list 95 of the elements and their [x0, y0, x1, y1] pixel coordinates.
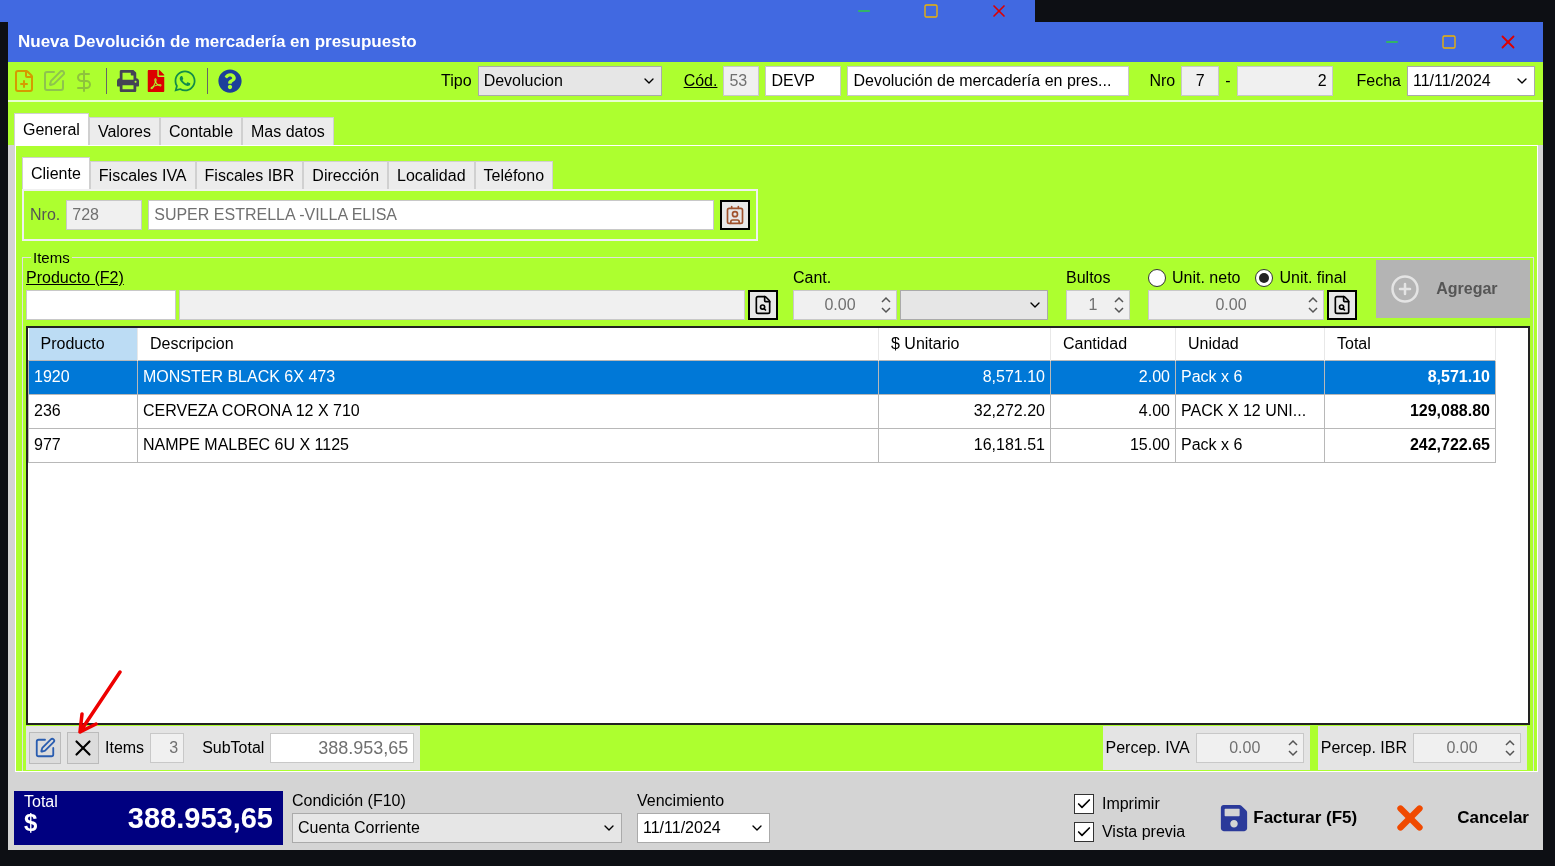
cancelar-button[interactable]: Cancelar — [1457, 807, 1529, 828]
table-cell: 8,571.10 — [878, 360, 1051, 394]
price-type-radio[interactable]: Unit. neto — [1148, 269, 1241, 287]
separator-label: - — [1225, 72, 1231, 90]
edit-icon[interactable] — [29, 732, 61, 764]
tab[interactable]: Cliente — [22, 157, 90, 189]
items-label: Items — [105, 739, 145, 757]
subtotal-field: 388.953,65 — [270, 733, 415, 763]
total-amount: 388.953,65 — [127, 802, 273, 835]
column-header[interactable]: Producto — [28, 328, 138, 360]
nro-field[interactable]: 2 — [1236, 66, 1333, 96]
pdf-icon[interactable] — [145, 70, 167, 92]
fecha-label: Fecha — [1356, 72, 1401, 90]
total-label: Total — [24, 792, 58, 811]
table-cell: 16,181.51 — [878, 428, 1051, 462]
price-field[interactable]: 0.00 — [1148, 290, 1324, 320]
tipo-label: Tipo — [441, 72, 472, 90]
date-picker[interactable]: 11/11/2024 — [1407, 66, 1535, 96]
table-cell: Pack x 6 — [1175, 428, 1325, 462]
product-code-field[interactable] — [26, 290, 176, 320]
table-cell: 977 — [28, 428, 138, 462]
date-picker[interactable]: 11/11/2024 — [637, 813, 770, 843]
tab[interactable]: Teléfono — [474, 161, 554, 189]
column-header[interactable]: Cantidad — [1050, 328, 1176, 360]
bultos-label: Bultos — [1066, 269, 1112, 287]
table-cell: 242,722.65 — [1324, 428, 1496, 462]
column-header[interactable]: $ Unitario — [878, 328, 1051, 360]
tipo-dropdown[interactable]: Devolucion — [477, 66, 662, 96]
table-cell: CERVEZA CORONA 12 X 710 — [137, 394, 879, 428]
bultos-field[interactable]: 1 — [1066, 290, 1130, 320]
client-number-field[interactable]: 728 — [66, 200, 143, 230]
percep-ibr-label: Percep. IBR — [1320, 739, 1407, 757]
whatsapp-icon[interactable] — [173, 69, 197, 93]
column-header[interactable]: Total — [1324, 328, 1496, 360]
quantity-field[interactable]: 0.00 — [793, 290, 897, 320]
table-cell: NAMPE MALBEC 6U X 1125 — [137, 428, 879, 462]
cod-field[interactable]: 53 — [723, 66, 760, 96]
search-icon[interactable] — [1327, 290, 1357, 320]
table-cell: 129,088.80 — [1324, 394, 1496, 428]
client-name-field[interactable]: SUPER ESTRELLA -VILLA ELISA — [148, 200, 714, 230]
spinner-arrows-icon[interactable] — [1114, 295, 1124, 315]
table-cell: 15.00 — [1050, 428, 1176, 462]
percep-iva-field[interactable]: 0.00 — [1195, 733, 1304, 763]
help-icon[interactable] — [218, 69, 242, 93]
facturar-button[interactable]: Facturar (F5) — [1219, 802, 1358, 833]
percep-ibr-field[interactable]: 0.00 — [1413, 733, 1521, 763]
column-header[interactable]: Descripcion — [137, 328, 879, 360]
tab[interactable]: Dirección — [303, 161, 389, 189]
table-cell: 1920 — [28, 360, 138, 394]
tab[interactable]: Fiscales IVA — [89, 161, 196, 189]
nro-label: Nro — [1149, 72, 1176, 90]
table-cell: 8,571.10 — [1324, 360, 1496, 394]
subtotal-label: SubTotal — [202, 739, 265, 757]
cod-link[interactable]: Cód. — [683, 72, 718, 90]
option-checkbox[interactable]: Vista previa — [1073, 821, 1186, 842]
table-cell: 2.00 — [1050, 360, 1176, 394]
product-name-field[interactable] — [179, 290, 745, 320]
tab[interactable]: Mas datos — [242, 117, 334, 145]
description-field[interactable]: Devolución de mercadería en pres... — [847, 66, 1130, 96]
table-cell: Pack x 6 — [1175, 360, 1325, 394]
items-count-field: 3 — [150, 733, 185, 763]
table-cell: 236 — [28, 394, 138, 428]
table-cell: MONSTER BLACK 6X 473 — [137, 360, 879, 394]
contact-card-icon[interactable] — [720, 200, 750, 230]
currency-label: $ — [24, 810, 39, 835]
table-cell: 4.00 — [1050, 394, 1176, 428]
spinner-arrows-icon[interactable] — [1287, 738, 1298, 758]
print-icon[interactable] — [117, 70, 139, 92]
percep-iva-label: Percep. IVA — [1105, 739, 1190, 757]
tab[interactable]: General — [14, 113, 89, 145]
table-cell: PACK X 12 UNI... — [1175, 394, 1325, 428]
cant-label: Cant. — [793, 269, 833, 287]
tab[interactable]: Valores — [88, 117, 160, 145]
search-icon[interactable] — [748, 290, 778, 320]
vencimiento-label: Vencimiento — [637, 792, 726, 810]
condicion-label: Condición (F10) — [292, 792, 407, 810]
plus-circle-icon — [1390, 274, 1421, 304]
code-field[interactable]: DEVP — [765, 66, 842, 96]
tab[interactable]: Contable — [160, 117, 243, 145]
save-icon — [1219, 802, 1250, 833]
price-type-radio[interactable]: Unit. final — [1255, 269, 1347, 287]
product-link[interactable]: Producto (F2) — [26, 269, 778, 287]
nro-prefix-field[interactable]: 7 — [1181, 66, 1220, 96]
option-checkbox[interactable]: Imprimir — [1073, 793, 1186, 814]
condicion-dropdown[interactable]: Cuenta Corriente — [292, 813, 622, 843]
window-title: Nueva Devolución de mercadería en presupuesto — [18, 32, 418, 52]
column-header[interactable]: Unidad — [1175, 328, 1325, 360]
nro-label: Nro. — [30, 206, 61, 224]
spinner-arrows-icon[interactable] — [881, 295, 891, 315]
spinner-arrows-icon[interactable] — [1505, 738, 1515, 758]
table-cell: 32,272.20 — [878, 394, 1051, 428]
tab[interactable]: Fiscales IBR — [195, 161, 304, 189]
delete-icon[interactable] — [67, 732, 99, 764]
spinner-arrows-icon[interactable] — [1308, 295, 1318, 315]
tab[interactable]: Localidad — [388, 161, 475, 189]
